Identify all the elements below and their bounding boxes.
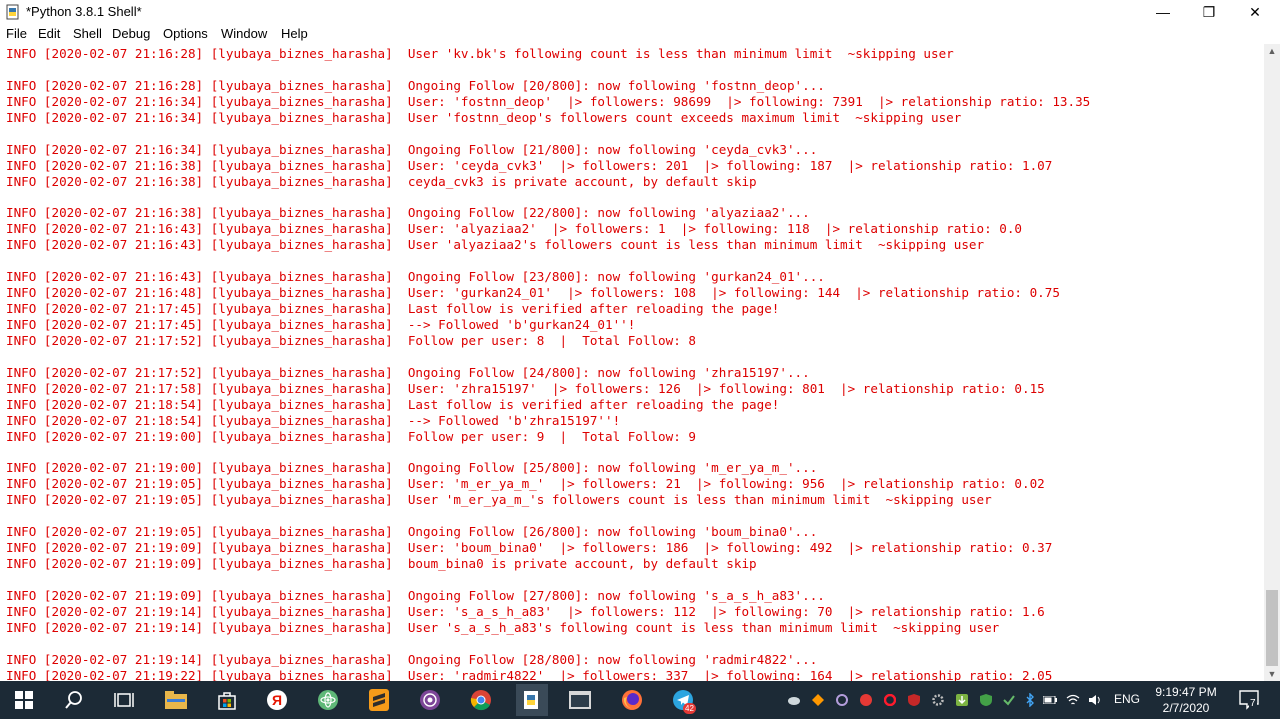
log-line: INFO [2020-02-07 21:16:38] [lyubaya_bizn…: [6, 205, 810, 221]
log-line: INFO [2020-02-07 21:19:05] [lyubaya_bizn…: [6, 476, 1045, 492]
log-line: INFO [2020-02-07 21:19:14] [lyubaya_bizn…: [6, 651, 818, 667]
red-tray-icon[interactable]: [859, 693, 873, 707]
clock-date: 2/7/2020: [1162, 701, 1210, 715]
terminal-window-icon[interactable]: [566, 686, 594, 714]
tor-browser-icon[interactable]: [416, 686, 444, 714]
language-indicator[interactable]: ENG: [1114, 692, 1140, 706]
opera-tray-icon[interactable]: [883, 693, 897, 707]
log-line: INFO [2020-02-07 21:19:09] [lyubaya_bizn…: [6, 587, 825, 603]
log-line: INFO [2020-02-07 21:17:52] [lyubaya_bizn…: [6, 332, 696, 348]
close-button[interactable]: ✕: [1232, 0, 1278, 24]
menu-window[interactable]: Window: [221, 26, 267, 41]
blank-line: [6, 572, 1090, 588]
menu-options[interactable]: Options: [163, 26, 208, 41]
svg-text:Я: Я: [272, 692, 282, 708]
log-line: INFO [2020-02-07 21:16:48] [lyubaya_bizn…: [6, 285, 1060, 301]
minimize-icon: —: [1156, 4, 1170, 20]
log-line: INFO [2020-02-07 21:19:14] [lyubaya_bizn…: [6, 603, 1045, 619]
scroll-thumb[interactable]: [1266, 590, 1278, 666]
atom-editor-icon[interactable]: [314, 686, 342, 714]
gear-tray-icon[interactable]: [931, 693, 945, 707]
log-line: INFO [2020-02-07 21:16:43] [lyubaya_bizn…: [6, 221, 1022, 237]
security-tray-icon[interactable]: [979, 693, 993, 707]
log-line: INFO [2020-02-07 21:16:34] [lyubaya_bizn…: [6, 141, 818, 157]
circle-tray-icon[interactable]: [835, 693, 849, 707]
sublime-text-icon[interactable]: [365, 686, 393, 714]
scroll-down-arrow-icon[interactable]: ▼: [1264, 667, 1280, 681]
log-line: INFO [2020-02-07 21:18:54] [lyubaya_bizn…: [6, 396, 780, 412]
cloud-tray-icon[interactable]: [787, 693, 801, 707]
volume-icon[interactable]: [1088, 693, 1102, 707]
log-line: INFO [2020-02-07 21:16:38] [lyubaya_bizn…: [6, 173, 757, 189]
log-line: INFO [2020-02-07 21:16:34] [lyubaya_bizn…: [6, 109, 962, 125]
menu-shell[interactable]: Shell: [73, 26, 102, 41]
yandex-browser-icon[interactable]: Я: [263, 686, 291, 714]
scroll-up-arrow-icon[interactable]: ▲: [1264, 44, 1280, 58]
menu-debug[interactable]: Debug: [112, 26, 150, 41]
log-line: INFO [2020-02-07 21:16:34] [lyubaya_bizn…: [6, 93, 1091, 109]
title-bar: *Python 3.8.1 Shell* — ❐ ✕: [0, 0, 1280, 24]
blank-line: [6, 62, 1090, 78]
telegram-badge: 42: [683, 703, 696, 714]
shell-output[interactable]: INFO [2020-02-07 21:16:28] [lyubaya_bizn…: [0, 44, 1264, 681]
log-line: INFO [2020-02-07 21:16:43] [lyubaya_bizn…: [6, 237, 985, 253]
log-line: INFO [2020-02-07 21:19:14] [lyubaya_bizn…: [6, 619, 1000, 635]
log-line: INFO [2020-02-07 21:17:45] [lyubaya_bizn…: [6, 316, 636, 332]
microsoft-store-icon[interactable]: [213, 686, 241, 714]
python-idle-icon[interactable]: [516, 684, 548, 716]
vertical-scrollbar[interactable]: ▲ ▼: [1264, 44, 1280, 681]
log-list: INFO [2020-02-07 21:16:28] [lyubaya_bizn…: [6, 46, 1090, 681]
log-line: INFO [2020-02-07 21:16:28] [lyubaya_bizn…: [6, 77, 825, 93]
blank-line: [6, 253, 1090, 269]
search-icon[interactable]: [60, 686, 88, 714]
chrome-icon[interactable]: [467, 686, 495, 714]
blank-line: [6, 444, 1090, 460]
close-icon: ✕: [1249, 3, 1261, 20]
orange-tray-icon[interactable]: [811, 693, 825, 707]
python-shell-icon: [6, 4, 19, 20]
log-line: INFO [2020-02-07 21:16:38] [lyubaya_bizn…: [6, 157, 1053, 173]
log-line: INFO [2020-02-07 21:17:58] [lyubaya_bizn…: [6, 380, 1045, 396]
log-line: INFO [2020-02-07 21:19:09] [lyubaya_bizn…: [6, 556, 757, 571]
task-view-icon[interactable]: [110, 686, 138, 714]
log-line: INFO [2020-02-07 21:19:05] [lyubaya_bizn…: [6, 524, 818, 540]
log-line: INFO [2020-02-07 21:17:45] [lyubaya_bizn…: [6, 301, 780, 316]
blank-line: [6, 508, 1090, 524]
clock[interactable]: 9:19:47 PM 2/7/2020: [1150, 684, 1222, 716]
shield-tray-icon[interactable]: [907, 693, 921, 707]
blank-line: [6, 636, 1090, 652]
clock-time: 9:19:47 PM: [1155, 685, 1217, 699]
taskbar: Я 42 ENG 9:19:47 PM 2/7/2020 7: [0, 681, 1280, 719]
menu-edit[interactable]: Edit: [38, 26, 60, 41]
firefox-icon[interactable]: [618, 686, 646, 714]
minimize-button[interactable]: —: [1140, 0, 1186, 24]
log-line: INFO [2020-02-07 21:16:28] [lyubaya_bizn…: [6, 46, 954, 61]
bluetooth-icon[interactable]: [1023, 693, 1037, 707]
action-center-button[interactable]: 7: [1238, 689, 1260, 711]
restore-icon: ❐: [1202, 3, 1216, 20]
wifi-icon[interactable]: [1066, 693, 1080, 707]
log-line: INFO [2020-02-07 21:17:52] [lyubaya_bizn…: [6, 364, 810, 380]
check-tray-icon[interactable]: [1002, 693, 1016, 707]
log-line: INFO [2020-02-07 21:19:22] [lyubaya_bizn…: [6, 667, 1053, 681]
blank-line: [6, 189, 1090, 205]
menu-file[interactable]: File: [6, 26, 27, 41]
blank-line: [6, 349, 1090, 365]
log-line: INFO [2020-02-07 21:19:00] [lyubaya_bizn…: [6, 428, 696, 444]
log-line: INFO [2020-02-07 21:19:05] [lyubaya_bizn…: [6, 492, 992, 508]
log-line: INFO [2020-02-07 21:19:09] [lyubaya_bizn…: [6, 540, 1053, 556]
window-title: *Python 3.8.1 Shell*: [26, 4, 142, 19]
menu-help[interactable]: Help: [281, 26, 308, 41]
log-line: INFO [2020-02-07 21:18:54] [lyubaya_bizn…: [6, 412, 621, 428]
download-tray-icon[interactable]: [955, 693, 969, 707]
blank-line: [6, 126, 1090, 142]
log-line: INFO [2020-02-07 21:19:00] [lyubaya_bizn…: [6, 460, 818, 476]
log-line: INFO [2020-02-07 21:16:43] [lyubaya_bizn…: [6, 269, 825, 285]
menu-bar: File Edit Shell Debug Options Window Hel…: [0, 24, 1280, 44]
notification-count: 7: [1249, 698, 1257, 710]
file-explorer-icon[interactable]: [162, 686, 190, 714]
windows-start-icon[interactable]: [10, 686, 38, 714]
maximize-button[interactable]: ❐: [1186, 0, 1232, 24]
battery-icon[interactable]: [1043, 693, 1057, 707]
